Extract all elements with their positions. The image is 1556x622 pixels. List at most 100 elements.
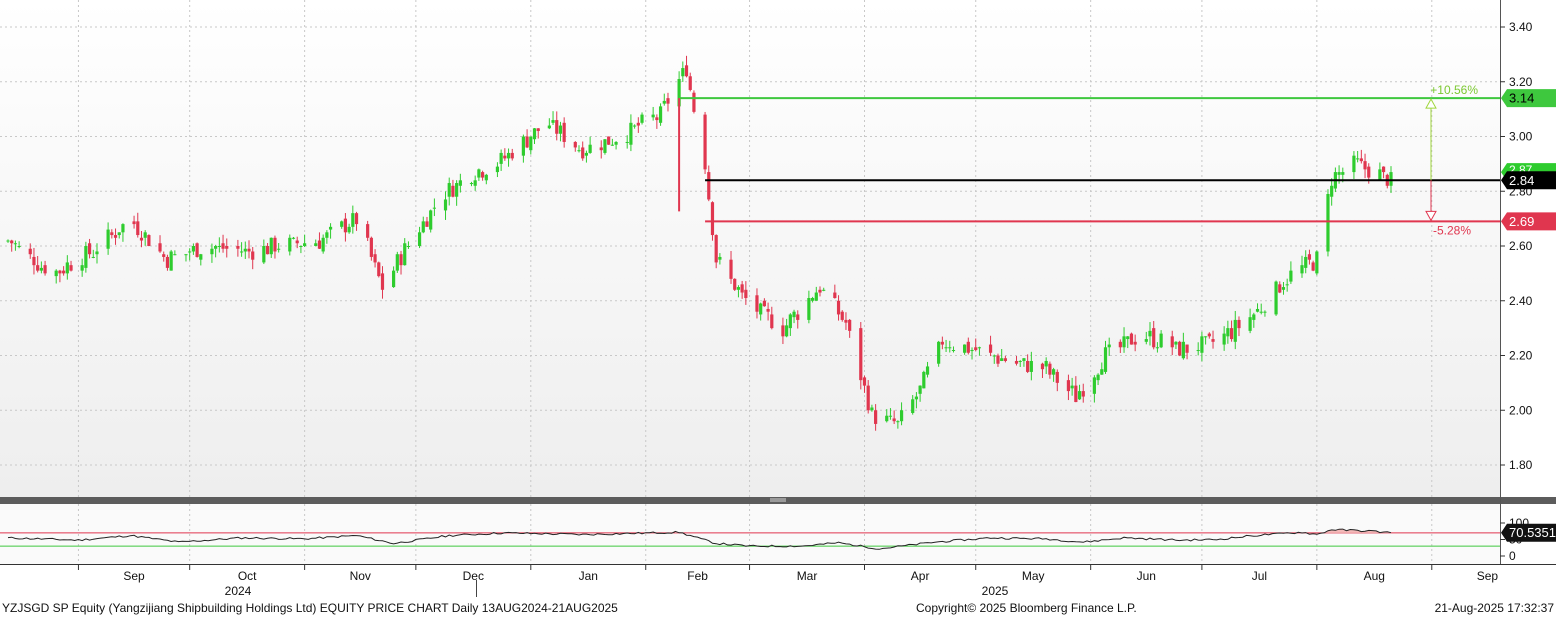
candle-body — [247, 248, 251, 252]
candle-body — [317, 240, 322, 249]
candle-body — [762, 300, 766, 307]
candle-body — [265, 246, 270, 255]
candle-body — [1103, 347, 1108, 372]
candle-body — [28, 248, 32, 255]
x-tick-label: May — [1022, 569, 1045, 583]
candle-body — [992, 355, 996, 357]
candle-body — [688, 76, 692, 90]
candle-body — [158, 243, 162, 252]
candle-body — [755, 295, 759, 312]
candle-body — [1022, 358, 1026, 361]
x-tick-label: Jan — [579, 569, 598, 583]
candle-body — [662, 100, 666, 104]
candle-body — [214, 246, 218, 249]
candle-body — [692, 92, 696, 112]
price-candle — [1326, 189, 1330, 257]
candle-body — [162, 254, 166, 257]
candle-body — [65, 262, 69, 274]
candle-body — [707, 172, 711, 200]
candle-body — [718, 256, 722, 260]
support-tag: 2.69 — [1501, 212, 1556, 231]
candle-body — [343, 218, 348, 233]
price-candle — [1315, 250, 1319, 276]
panel-splitter-handle[interactable] — [770, 498, 786, 502]
price-candle — [703, 111, 707, 175]
candle-body — [1367, 166, 1371, 178]
candle-body — [1300, 265, 1304, 274]
x-tick-label: Nov — [350, 569, 371, 583]
candle-body — [888, 415, 893, 417]
candle-body — [1229, 328, 1234, 340]
candle-body — [147, 235, 151, 246]
candle-body — [110, 232, 114, 236]
candle-body — [1200, 336, 1204, 353]
candle-body — [925, 366, 930, 375]
rsi-last-tag-text: 70.5351 — [1509, 525, 1556, 540]
price-candle — [658, 103, 663, 126]
candle-body — [1129, 333, 1134, 345]
candle-body — [399, 254, 403, 266]
candle-body — [988, 344, 993, 353]
candle-body — [1018, 360, 1022, 362]
candle-body — [521, 136, 525, 156]
price-chart: +10.56% -5.28% Sep Oct Nov Dec Jan Feb Mar Apr Ma… — [0, 0, 1556, 598]
candle-body — [91, 256, 95, 258]
price-candle — [1178, 340, 1182, 357]
support-tag-text: 2.69 — [1509, 214, 1534, 229]
candle-body — [551, 120, 555, 123]
candle-body — [506, 152, 511, 159]
candle-body — [1222, 333, 1226, 345]
timestamp: 21-Aug-2025 17:32:37 — [1434, 601, 1554, 615]
y-tick-label: 2.60 — [1509, 239, 1533, 253]
candle-body — [796, 314, 800, 320]
candle-body — [1122, 336, 1126, 348]
y-tick-label: 3.40 — [1509, 20, 1533, 34]
candle-body — [558, 125, 563, 134]
candle-body — [573, 141, 577, 148]
candle-body — [303, 243, 307, 246]
candle-body — [503, 155, 507, 159]
candle-body — [610, 144, 614, 146]
x-tick-label: Jun — [1137, 569, 1156, 583]
candle-body — [199, 254, 203, 260]
candle-body — [1074, 385, 1078, 403]
candle-body — [321, 237, 325, 252]
candle-body — [1051, 369, 1056, 375]
candle-body — [792, 311, 796, 318]
candle-body — [225, 246, 229, 249]
candle-body — [1029, 360, 1033, 372]
candle-body — [577, 150, 581, 152]
candle-body — [1255, 308, 1260, 312]
candle-body — [451, 185, 455, 197]
candle-body — [1278, 284, 1282, 293]
y-tick-label: 3.00 — [1509, 130, 1533, 144]
candle-body — [848, 319, 852, 331]
candle-body — [1285, 284, 1289, 286]
candle-body — [1315, 251, 1319, 274]
candle-body — [547, 125, 551, 129]
x-tick-label: Oct — [238, 569, 257, 583]
candle-body — [1185, 344, 1189, 353]
candle-body — [1196, 350, 1200, 352]
candle-body — [417, 232, 422, 246]
candle-body — [299, 246, 303, 247]
candle-body — [6, 240, 10, 242]
candle-body — [703, 114, 707, 170]
candle-body — [269, 237, 273, 255]
candle-body — [469, 183, 474, 185]
candle-body — [607, 136, 611, 145]
candle-body — [1248, 317, 1252, 331]
candle-body — [1107, 344, 1111, 348]
candle-body — [325, 232, 329, 238]
candle-body — [236, 246, 240, 249]
candle-body — [963, 344, 967, 353]
candle-body — [395, 254, 399, 271]
candle-body — [840, 311, 844, 320]
candle-body — [455, 183, 459, 197]
candle-body — [759, 303, 763, 315]
chart-description: YZJSGD SP Equity (Yangzijiang Shipbuildi… — [2, 601, 618, 615]
candle-body — [429, 210, 433, 230]
x-tick-label: Aug — [1364, 569, 1385, 583]
candle-body — [132, 221, 136, 225]
price-candle — [607, 136, 611, 145]
